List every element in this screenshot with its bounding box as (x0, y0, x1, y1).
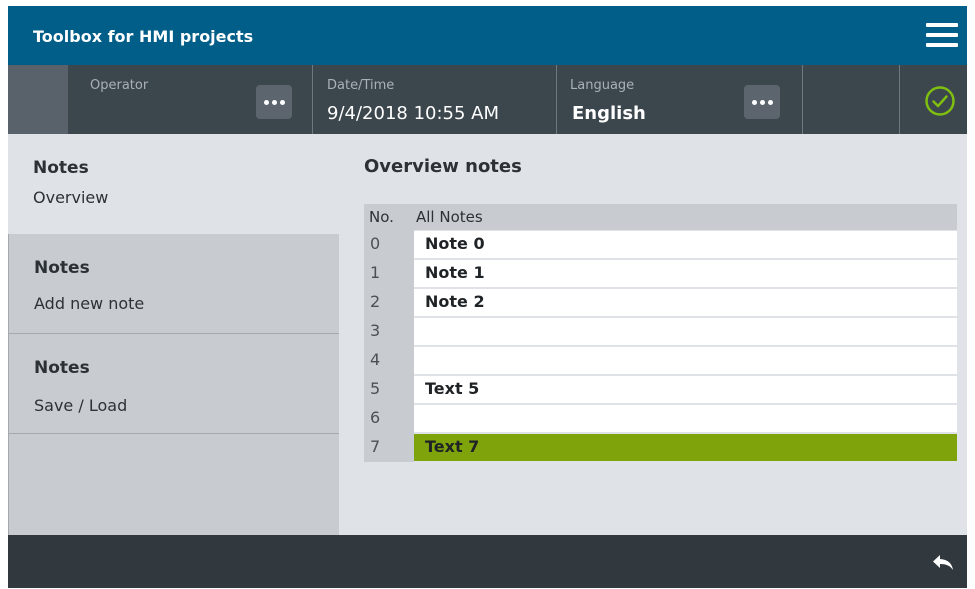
divider (899, 65, 900, 134)
table-row[interactable]: 3 (364, 317, 957, 346)
operator-more-button[interactable] (256, 85, 292, 119)
nav-item-save-load[interactable]: Notes Save / Load (8, 334, 339, 434)
table-row[interactable]: 4 (364, 346, 957, 375)
table-row[interactable]: 2 Note 2 (364, 288, 957, 317)
ellipsis-icon (751, 99, 757, 105)
status-left-block (8, 65, 68, 134)
note-cell[interactable]: Note 0 (414, 231, 957, 258)
row-number: 5 (364, 375, 414, 404)
datetime-label: Date/Time (327, 78, 395, 93)
row-number: 6 (364, 404, 414, 433)
note-cell[interactable]: Text 7 (414, 434, 957, 461)
nav-item-title: Notes (34, 358, 90, 378)
row-number: 1 (364, 259, 414, 288)
hamburger-menu-icon[interactable] (926, 23, 958, 47)
table-row[interactable]: 5 Text 5 (364, 375, 957, 404)
divider (556, 65, 557, 134)
check-circle-icon[interactable] (924, 85, 956, 117)
divider (802, 65, 803, 134)
language-label: Language (570, 78, 635, 93)
row-number: 3 (364, 317, 414, 346)
note-cell[interactable] (414, 347, 957, 374)
nav-item-subtitle: Add new note (34, 294, 145, 313)
notes-table: No. All Notes 0 Note 0 1 Note 1 2 Note 2… (364, 204, 957, 462)
nav-item-title: Notes (33, 158, 89, 178)
row-number: 4 (364, 346, 414, 375)
table-header: No. All Notes (364, 204, 957, 230)
divider (312, 65, 313, 134)
datetime-value: 9/4/2018 10:55 AM (327, 103, 500, 124)
note-cell[interactable] (414, 318, 957, 345)
nav-item-subtitle: Save / Load (34, 396, 128, 415)
note-cell[interactable] (414, 405, 957, 432)
side-navigation: Notes Overview Notes Add new note Notes … (8, 134, 339, 535)
table-row[interactable]: 6 (364, 404, 957, 433)
status-bar: Operator Date/Time 9/4/2018 10:55 AM Lan… (8, 65, 967, 134)
nav-empty-area (8, 434, 339, 535)
ellipsis-icon (263, 99, 269, 105)
page-title: Overview notes (364, 156, 522, 177)
operator-label: Operator (90, 78, 149, 93)
nav-item-overview[interactable]: Notes Overview (8, 134, 339, 234)
column-header-all-notes: All Notes (416, 208, 483, 226)
app-title: Toolbox for HMI projects (33, 27, 254, 46)
table-row[interactable]: 0 Note 0 (364, 230, 957, 259)
note-cell[interactable]: Note 2 (414, 289, 957, 316)
note-cell[interactable]: Note 1 (414, 260, 957, 287)
nav-item-subtitle: Overview (33, 188, 109, 207)
column-header-no: No. (369, 208, 394, 226)
row-number: 0 (364, 230, 414, 259)
language-value: English (572, 103, 646, 124)
row-number: 2 (364, 288, 414, 317)
hmi-screen: Toolbox for HMI projects Operator Date/T… (8, 6, 967, 588)
note-cell[interactable]: Text 5 (414, 376, 957, 403)
nav-item-add-new-note[interactable]: Notes Add new note (8, 234, 339, 334)
back-arrow-icon[interactable] (931, 553, 955, 571)
row-number: 7 (364, 433, 414, 462)
nav-item-title: Notes (34, 258, 90, 278)
table-row-selected[interactable]: 7 Text 7 (364, 433, 957, 462)
language-more-button[interactable] (744, 85, 780, 119)
bottom-bar (8, 535, 967, 588)
table-row[interactable]: 1 Note 1 (364, 259, 957, 288)
title-bar: Toolbox for HMI projects (8, 6, 967, 65)
